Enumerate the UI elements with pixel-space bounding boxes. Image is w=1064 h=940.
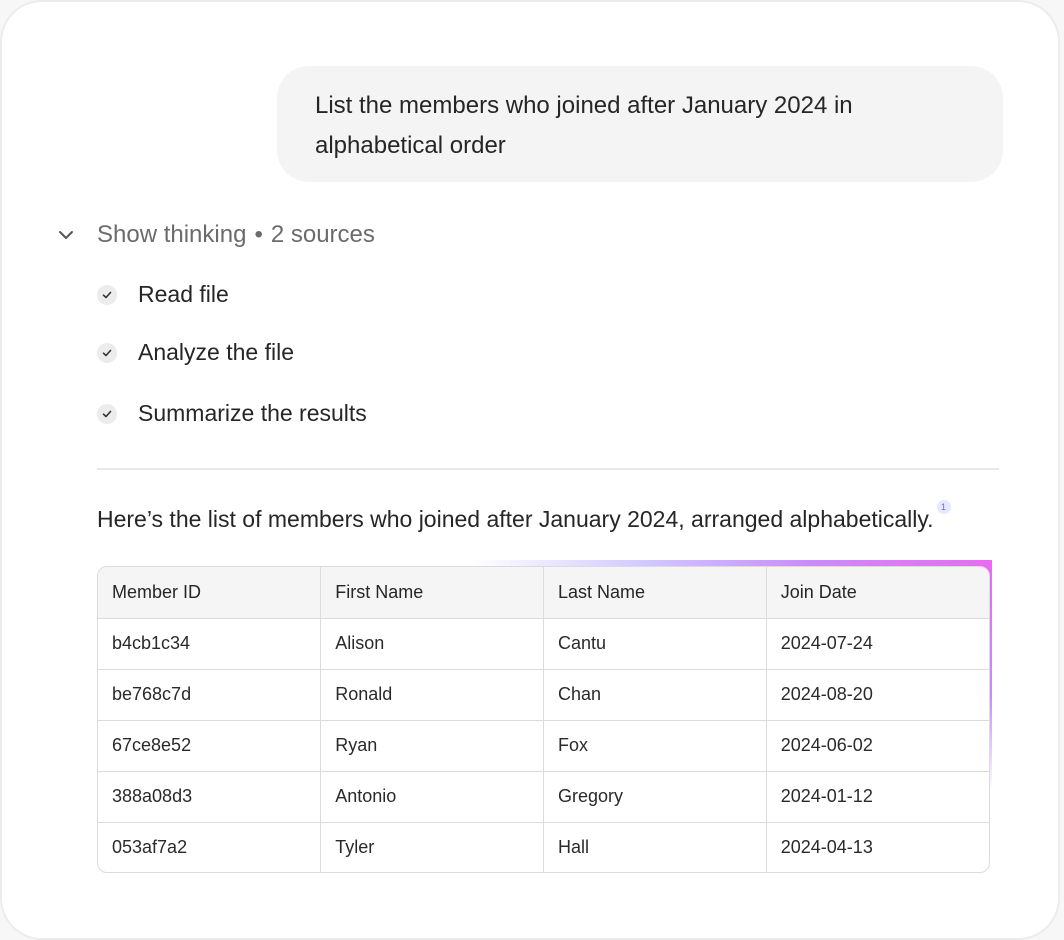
last-name-cell: Hall [543, 822, 767, 872]
thinking-step-label: Summarize the results [138, 400, 367, 426]
join-date-cell: 2024-08-20 [766, 669, 989, 721]
divider [97, 468, 999, 470]
thinking-step: Read file [97, 281, 229, 308]
last-name-cell: Fox [543, 720, 767, 772]
member-id-cell: b4cb1c34 [98, 618, 322, 670]
table-header-row: Member ID First Name Last Name Join Date [98, 567, 989, 619]
thinking-step: Summarize the results [97, 400, 367, 427]
thinking-step: Analyze the file [97, 339, 294, 366]
member-id-cell: 67ce8e52 [98, 720, 322, 772]
table-row: 388a08d3 Antonio Gregory 2024-01-12 [98, 771, 989, 823]
table-row: be768c7d Ronald Chan 2024-08-20 [98, 669, 989, 721]
join-date-cell: 2024-07-24 [766, 618, 989, 670]
chevron-down-icon [54, 223, 78, 247]
first-name-cell: Tyler [320, 822, 544, 872]
thinking-step-label: Analyze the file [138, 339, 294, 365]
table-row: 67ce8e52 Ryan Fox 2024-06-02 [98, 720, 989, 772]
user-message-line-1: List the members who joined after Januar… [315, 92, 853, 119]
show-thinking-label: Show thinking [97, 221, 247, 248]
column-header: First Name [320, 567, 544, 619]
first-name-cell: Alison [320, 618, 544, 670]
column-header: Join Date [766, 567, 989, 619]
member-id-cell: 388a08d3 [98, 771, 322, 823]
column-header: Member ID [98, 567, 322, 619]
citation-badge[interactable]: 1 [936, 500, 951, 514]
last-name-cell: Chan [543, 669, 767, 721]
user-message-bubble: List the members who joined after Januar… [277, 66, 1003, 182]
assistant-answer: Here’s the list of members who joined af… [97, 500, 951, 536]
answer-text: Here’s the list of members who joined af… [97, 506, 934, 532]
checkmark-icon [97, 403, 117, 424]
first-name-cell: Antonio [320, 771, 544, 823]
checkmark-icon [97, 284, 117, 305]
thinking-separator: • [254, 221, 263, 248]
member-id-cell: 053af7a2 [98, 822, 322, 872]
sources-count[interactable]: 2 sources [271, 221, 375, 249]
table-row: b4cb1c34 Alison Cantu 2024-07-24 [98, 618, 989, 670]
members-table: Member ID First Name Last Name Join Date… [97, 566, 990, 873]
table-row: 053af7a2 Tyler Hall 2024-04-13 [98, 822, 989, 872]
join-date-cell: 2024-01-12 [766, 771, 989, 823]
first-name-cell: Ronald [320, 669, 544, 721]
member-id-cell: be768c7d [98, 669, 322, 721]
chat-panel: List the members who joined after Januar… [0, 0, 1060, 940]
thinking-step-label: Read file [138, 281, 229, 307]
user-message-line-2: alphabetical order [315, 132, 506, 159]
join-date-cell: 2024-04-13 [780, 837, 873, 858]
last-name-cell: Gregory [543, 771, 767, 823]
show-thinking-toggle[interactable]: Show thinking • 2 sources [54, 216, 375, 254]
join-date-cell: 2024-06-02 [766, 720, 989, 772]
last-name-cell: Cantu [543, 618, 767, 670]
first-name-cell: Ryan [320, 720, 544, 772]
checkmark-icon [97, 342, 117, 363]
column-header: Last Name [543, 567, 767, 619]
